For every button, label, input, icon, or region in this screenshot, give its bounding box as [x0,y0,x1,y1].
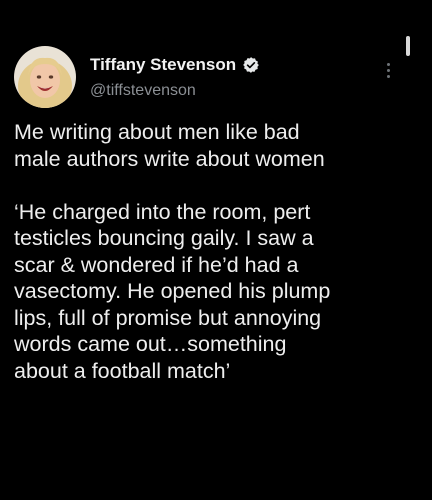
tweet-paragraph-1: Me writing about men like bad male autho… [14,120,325,171]
author-names: Tiffany Stevenson @tiffstevenson [90,54,260,100]
more-options-button[interactable] [378,58,398,82]
avatar[interactable] [14,46,76,108]
display-name[interactable]: Tiffany Stevenson [90,55,236,75]
author-handle[interactable]: @tiffstevenson [90,82,260,100]
display-name-row: Tiffany Stevenson [90,54,260,76]
tweet-text: Me writing about men like bad male autho… [14,119,419,384]
tweet-paragraph-2: ‘He charged into the room, pert testicle… [14,199,331,383]
avatar-photo [14,46,76,108]
tweet-header: Tiffany Stevenson @tiffstevenson [14,46,414,110]
verified-badge-icon [242,56,260,74]
more-vertical-icon [386,62,390,66]
